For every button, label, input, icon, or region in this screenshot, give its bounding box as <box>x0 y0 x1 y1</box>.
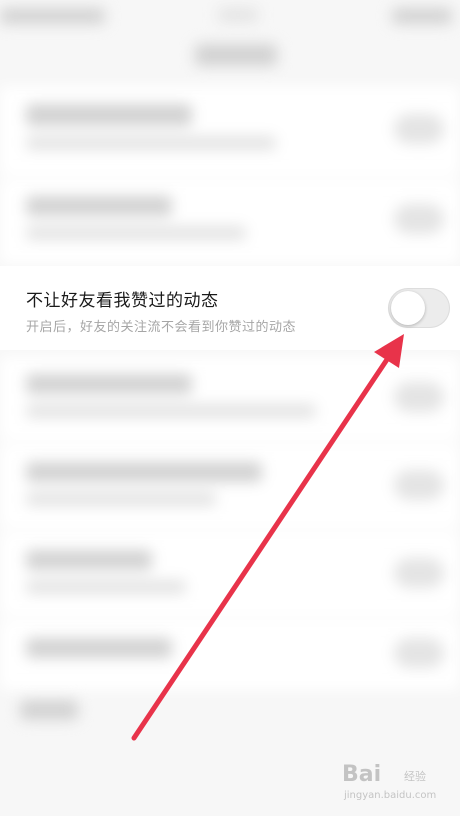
watermark-logo: Bai <box>342 762 382 787</box>
baidu-watermark: Bai 经验 jingyan.baidu.com <box>340 762 450 806</box>
toggle-knob <box>391 291 425 325</box>
watermark-text: 经验 <box>404 770 426 783</box>
watermark-url: jingyan.baidu.com <box>344 790 437 801</box>
hide-likes-toggle[interactable] <box>388 288 450 328</box>
setting-subtitle: 开启后，好友的关注流不会看到你赞过的动态 <box>26 320 297 335</box>
setting-title: 不让好友看我赞过的动态 <box>26 291 219 311</box>
setting-row-hide-likes: 不让好友看我赞过的动态 开启后，好友的关注流不会看到你赞过的动态 <box>0 266 460 350</box>
blurred-background <box>0 0 460 816</box>
